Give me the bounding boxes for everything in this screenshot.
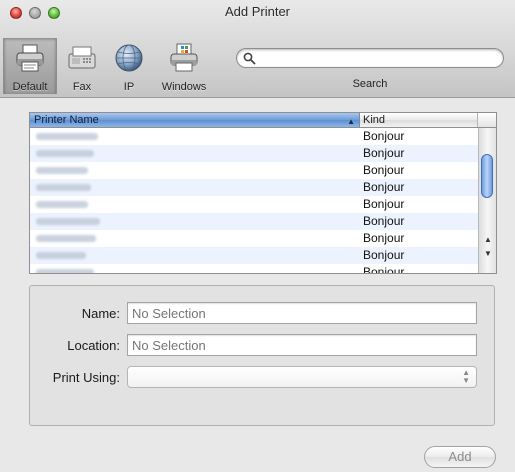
printer-kind: Bonjour [363,265,405,273]
printer-name-redacted [36,269,94,273]
add-printer-window: Add Printer Default Fax IP Windows Searc… [0,0,515,472]
fax-icon [68,46,96,69]
table-row[interactable]: Bonjour [30,196,478,213]
table-row[interactable]: Bonjour [30,162,478,179]
name-label: Name: [81,306,120,321]
table-row[interactable]: Bonjour [30,179,478,196]
column-header-kind[interactable]: Kind [360,113,478,127]
search-label: Search [352,78,388,90]
toolbar-windows-label: Windows [161,81,207,93]
scroll-up-arrow-icon[interactable]: ▲ [482,234,494,246]
print-using-label: Print Using: [52,370,120,385]
printer-kind: Bonjour [363,163,405,177]
toolbar-default-label: Default [12,81,48,93]
printer-kind: Bonjour [363,248,405,262]
printer-rows: Bonjour Bonjour Bonjour Bonjour Bonjour … [30,128,478,273]
printer-kind: Bonjour [363,214,405,228]
add-button[interactable]: Add [424,446,496,468]
magnifier-icon [243,52,256,65]
table-row[interactable]: Bonjour [30,264,478,273]
printer-kind: Bonjour [363,146,405,160]
printer-kind: Bonjour [363,129,405,143]
windows-printer-icon [170,43,198,72]
toolbar-fax-button[interactable]: Fax [64,38,100,94]
printer-name-redacted [36,235,96,242]
location-field[interactable] [127,334,477,356]
popup-updown-icon: ▲ ▼ [462,368,470,385]
search-input[interactable] [259,51,495,65]
name-field[interactable] [127,302,477,324]
printer-icon [16,44,44,72]
table-row[interactable]: Bonjour [30,213,478,230]
printer-kind: Bonjour [363,180,405,194]
globe-icon [115,44,143,72]
toolbar-windows-button[interactable]: Windows [157,38,211,94]
printer-kind: Bonjour [363,231,405,245]
scroll-down-arrow-icon[interactable]: ▼ [482,248,494,260]
table-header: Printer Name ▲ Kind [30,113,496,128]
location-label: Location: [67,338,120,353]
table-row[interactable]: Bonjour [30,230,478,247]
header-corner [478,113,496,127]
printer-kind: Bonjour [363,197,405,211]
window-title: Add Printer [224,4,291,19]
printer-name-redacted [36,150,94,157]
table-row[interactable]: Bonjour [30,128,478,145]
toolbar-ip-button[interactable]: IP [112,38,146,94]
toolbar-ip-label: IP [123,81,135,93]
search-field[interactable] [236,48,504,68]
toolbar-default-button[interactable]: Default [3,38,57,94]
table-row[interactable]: Bonjour [30,247,478,264]
printer-name-redacted [36,167,88,174]
column-header-printer-name[interactable]: Printer Name ▲ [30,113,360,127]
column-header-kind-label: Kind [363,114,386,126]
table-row[interactable]: Bonjour [30,145,478,162]
printer-name-redacted [36,201,88,208]
printer-name-redacted [36,184,91,191]
printer-name-redacted [36,133,98,140]
sort-ascending-icon: ▲ [347,117,355,126]
column-header-printer-name-label: Printer Name [34,114,99,126]
print-using-popup[interactable]: ▲ ▼ [127,366,477,388]
scroll-thumb[interactable] [481,154,493,198]
toolbar-fax-label: Fax [72,81,92,93]
printer-name-redacted [36,252,86,259]
toolbar-area: Add Printer Default Fax IP Windows Searc… [0,0,515,98]
table-scrollbar[interactable]: ▲ ▼ [478,128,496,273]
printer-name-redacted [36,218,100,225]
printer-table: Printer Name ▲ Kind Bonjour Bonjour Bonj… [29,112,497,274]
